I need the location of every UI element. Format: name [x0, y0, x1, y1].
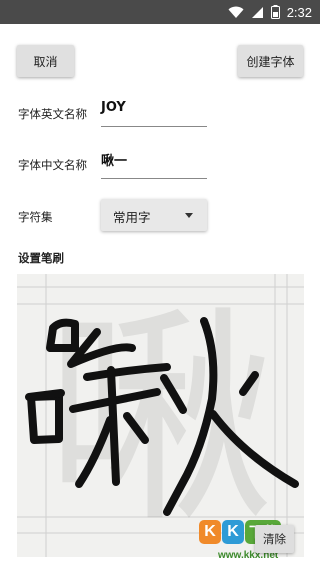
watermark-k1: K: [199, 520, 221, 544]
brush-section-title: 设置笔刷: [18, 251, 64, 265]
guide-character: 啾: [45, 287, 275, 554]
status-time: 2:32: [286, 4, 312, 20]
signal-icon: [251, 6, 263, 18]
watermark-k2: K: [222, 520, 244, 544]
en-name-value: JOY: [101, 100, 126, 115]
battery-icon: [270, 5, 280, 19]
charset-select[interactable]: 常用字: [101, 199, 207, 231]
cancel-button[interactable]: 取消: [17, 45, 74, 77]
wifi-icon: [228, 6, 244, 18]
cn-name-value: 啾一: [101, 154, 128, 169]
clear-button[interactable]: 清除: [255, 525, 294, 553]
cn-name-label: 字体中文名称: [18, 158, 87, 172]
en-name-field[interactable]: JOY: [101, 100, 207, 127]
dropdown-arrow-icon: [185, 213, 193, 218]
status-bar: 2:32: [0, 0, 320, 24]
charset-label: 字符集: [18, 210, 53, 224]
charset-value: 常用字: [113, 210, 151, 225]
en-name-label: 字体英文名称: [18, 107, 87, 121]
create-font-button[interactable]: 创建字体: [238, 45, 303, 77]
cn-name-field[interactable]: 啾一: [101, 150, 207, 179]
status-icons: 2:32: [228, 0, 312, 24]
